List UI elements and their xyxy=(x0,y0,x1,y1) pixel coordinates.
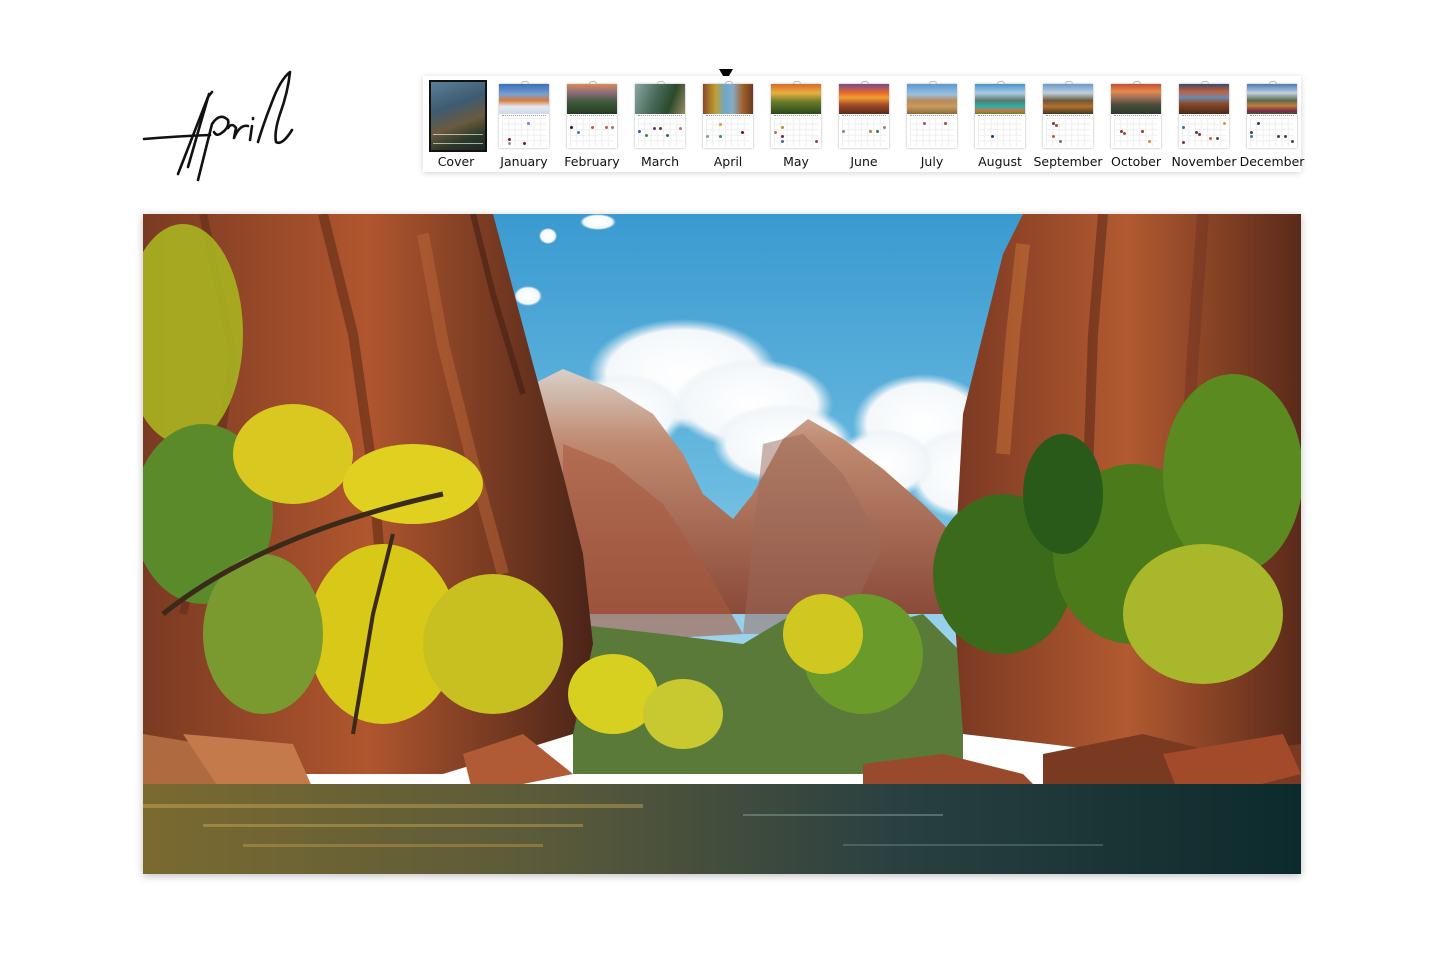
calendar-page-thumbnail xyxy=(567,81,617,148)
main-month-photo xyxy=(143,214,1301,874)
calendar-page-thumbnail xyxy=(771,81,821,148)
cover-thumbnail-image xyxy=(429,80,487,152)
calendar-page-thumbnail xyxy=(1179,81,1229,148)
thumbnail-march[interactable]: March xyxy=(627,80,693,170)
thumbnail-label: December xyxy=(1239,154,1305,169)
thumbnail-december[interactable]: December xyxy=(1239,80,1305,170)
calendar-page-thumbnail xyxy=(499,81,549,148)
thumbnail-may[interactable]: May xyxy=(763,80,829,170)
thumbnail-february[interactable]: February xyxy=(559,80,625,170)
calendar-page-thumbnail xyxy=(907,81,957,148)
calendar-page-thumbnail xyxy=(1111,81,1161,148)
thumbnail-january[interactable]: January xyxy=(491,80,557,170)
page-title: April xyxy=(140,62,320,187)
thumbnail-august[interactable]: August xyxy=(967,80,1033,170)
thumbnail-november[interactable]: November xyxy=(1171,80,1237,170)
calendar-page-thumbnail xyxy=(703,81,753,148)
river xyxy=(143,784,1301,874)
month-thumbnail-strip: Cover January February March April May J… xyxy=(423,76,1304,172)
calendar-page-thumbnail xyxy=(975,81,1025,148)
thumbnail-july[interactable]: July xyxy=(899,80,965,170)
april-script-lettering xyxy=(142,70,294,182)
thumbnail-october[interactable]: October xyxy=(1103,80,1169,170)
thumbnail-june[interactable]: June xyxy=(831,80,897,170)
thumbnail-april[interactable]: April xyxy=(695,80,761,170)
calendar-page-thumbnail xyxy=(1043,81,1093,148)
calendar-page-thumbnail xyxy=(1247,81,1297,148)
calendar-page-thumbnail xyxy=(635,81,685,148)
calendar-page-thumbnail xyxy=(839,81,889,148)
thumbnail-september[interactable]: September xyxy=(1033,80,1103,170)
cover-title-band xyxy=(433,134,483,144)
thumbnail-cover[interactable]: Cover xyxy=(423,80,489,170)
